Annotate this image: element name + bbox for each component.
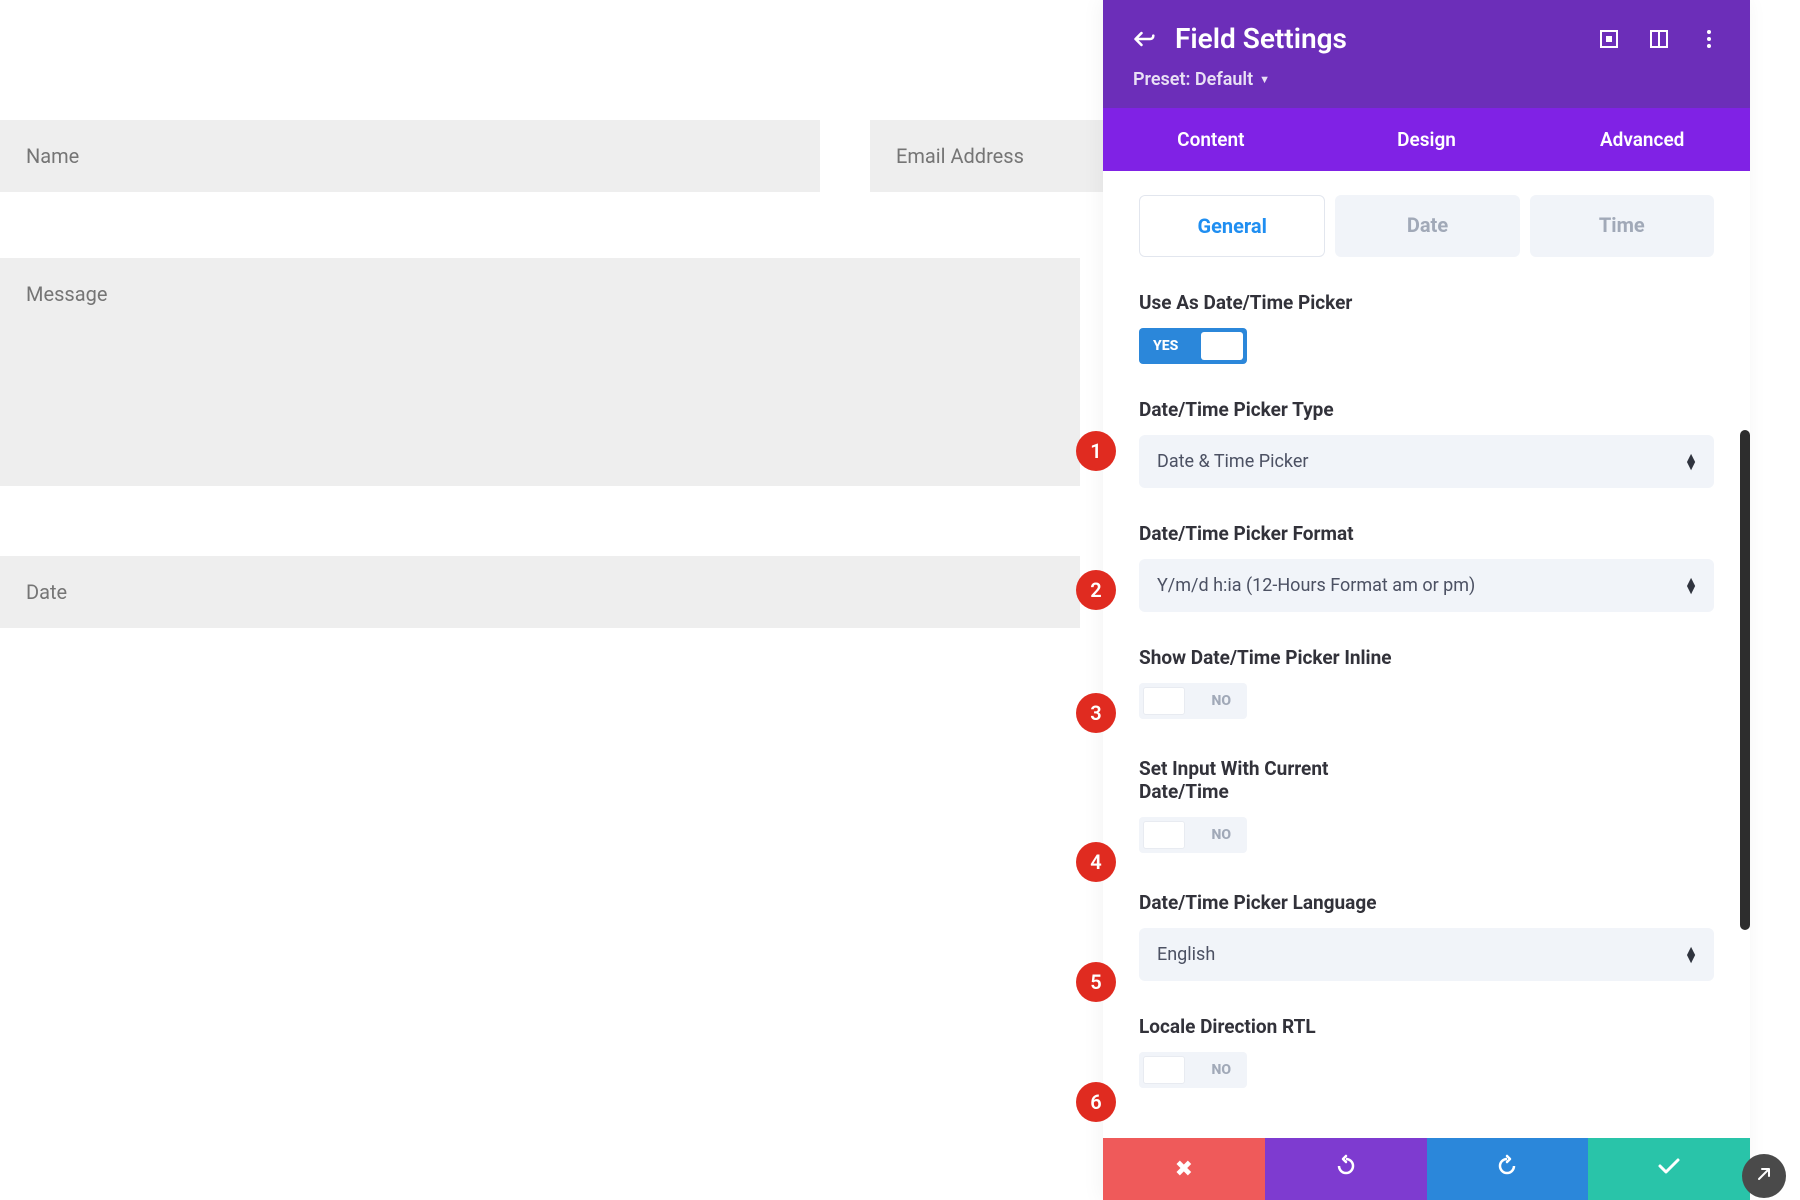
main-tabs: Content Design Advanced [1103, 108, 1750, 171]
picker-format-label: Date/Time Picker Format [1139, 522, 1399, 545]
message-field[interactable] [0, 258, 1080, 486]
tab-advanced[interactable]: Advanced [1534, 108, 1750, 171]
preset-label: Preset: Default [1133, 69, 1253, 90]
toggle-no-label: NO [1211, 693, 1231, 709]
layout-icon[interactable] [1648, 28, 1670, 50]
toggle-no-label: NO [1211, 827, 1231, 843]
annotation-badge-3: 3 [1076, 693, 1116, 733]
panel-body: General Date Time Use As Date/Time Picke… [1103, 171, 1750, 1138]
redo-button[interactable] [1427, 1138, 1589, 1200]
form-canvas [0, 0, 1080, 694]
subtab-time[interactable]: Time [1530, 195, 1714, 257]
toggle-knob [1143, 1056, 1185, 1084]
expand-icon[interactable] [1598, 28, 1620, 50]
set-current-label: Set Input With Current Date/Time [1139, 757, 1399, 803]
undo-button[interactable] [1265, 1138, 1427, 1200]
chevron-down-icon: ▼ [1259, 73, 1270, 86]
undo-icon [1334, 1154, 1358, 1184]
annotation-badge-4: 4 [1076, 842, 1116, 882]
redo-icon [1495, 1154, 1519, 1184]
picker-type-value: Date & Time Picker [1157, 451, 1308, 472]
picker-type-label: Date/Time Picker Type [1139, 398, 1399, 421]
language-select[interactable]: English ▲▼ [1139, 928, 1714, 981]
toggle-knob [1143, 821, 1185, 849]
date-field[interactable] [0, 556, 1080, 628]
picker-type-select[interactable]: Date & Time Picker ▲▼ [1139, 435, 1714, 488]
use-picker-toggle[interactable]: YES [1139, 328, 1247, 364]
language-label: Date/Time Picker Language [1139, 891, 1399, 914]
show-inline-toggle[interactable]: NO [1139, 683, 1247, 719]
toggle-no-label: NO [1211, 1062, 1231, 1078]
panel-title: Field Settings [1175, 22, 1578, 55]
subtab-date[interactable]: Date [1335, 195, 1519, 257]
use-picker-label: Use As Date/Time Picker [1139, 291, 1399, 314]
rtl-toggle[interactable]: NO [1139, 1052, 1247, 1088]
annotation-badge-6: 6 [1076, 1082, 1116, 1122]
annotation-badge-1: 1 [1076, 431, 1116, 471]
arrow-icon [1756, 1166, 1772, 1186]
sub-tabs: General Date Time [1139, 195, 1714, 257]
tab-design[interactable]: Design [1319, 108, 1535, 171]
select-caret-icon: ▲▼ [1684, 454, 1698, 470]
more-icon[interactable] [1698, 28, 1720, 50]
save-button[interactable] [1588, 1138, 1750, 1200]
check-icon [1657, 1156, 1681, 1182]
help-button[interactable] [1742, 1154, 1786, 1198]
cancel-button[interactable]: ✖ [1103, 1138, 1265, 1200]
panel-header: Field Settings Preset: Default ▼ [1103, 0, 1750, 108]
select-caret-icon: ▲▼ [1684, 578, 1698, 594]
subtab-general[interactable]: General [1139, 195, 1325, 257]
name-field[interactable] [0, 120, 820, 192]
scrollbar-thumb[interactable] [1740, 430, 1750, 930]
annotation-badge-5: 5 [1076, 962, 1116, 1002]
tab-content[interactable]: Content [1103, 108, 1319, 171]
toggle-knob [1143, 687, 1185, 715]
picker-format-value: Y/m/d h:ia (12-Hours Format am or pm) [1157, 575, 1475, 596]
show-inline-label: Show Date/Time Picker Inline [1139, 646, 1399, 669]
close-icon: ✖ [1175, 1157, 1193, 1182]
preset-dropdown[interactable]: Preset: Default ▼ [1133, 69, 1720, 90]
toggle-yes-label: YES [1153, 338, 1178, 354]
settings-panel: Field Settings Preset: Default ▼ Content… [1103, 0, 1750, 1200]
language-value: English [1157, 944, 1215, 965]
panel-footer: ✖ [1103, 1138, 1750, 1200]
set-current-toggle[interactable]: NO [1139, 817, 1247, 853]
select-caret-icon: ▲▼ [1684, 947, 1698, 963]
back-icon[interactable] [1133, 28, 1155, 50]
rtl-label: Locale Direction RTL [1139, 1015, 1399, 1038]
picker-format-select[interactable]: Y/m/d h:ia (12-Hours Format am or pm) ▲▼ [1139, 559, 1714, 612]
annotation-badge-2: 2 [1076, 570, 1116, 610]
toggle-knob [1201, 332, 1243, 360]
